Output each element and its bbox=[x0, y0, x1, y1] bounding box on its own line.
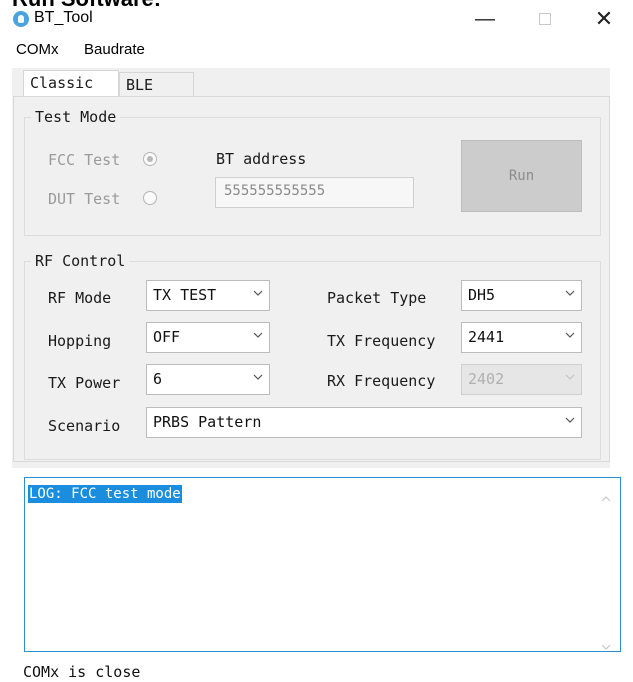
scenario-label: Scenario bbox=[48, 417, 121, 435]
scenario-select[interactable]: PRBS Pattern bbox=[146, 407, 582, 438]
log-line: LOG: FCC test mode bbox=[28, 485, 182, 503]
tx-power-value: 6 bbox=[153, 370, 163, 388]
fcc-test-radio[interactable] bbox=[143, 152, 157, 166]
chevron-down-icon bbox=[565, 373, 575, 381]
rx-frequency-label: RX Frequency bbox=[327, 372, 436, 390]
chevron-down-icon bbox=[253, 331, 263, 339]
scenario-value: PRBS Pattern bbox=[153, 413, 262, 431]
tx-frequency-select[interactable]: 2441 bbox=[461, 322, 582, 353]
maximize-button[interactable] bbox=[525, 6, 565, 32]
close-icon: ✕ bbox=[594, 6, 614, 31]
close-button[interactable]: ✕ bbox=[584, 6, 624, 32]
rf-mode-value: TX TEST bbox=[153, 286, 217, 304]
tx-power-select[interactable]: 6 bbox=[146, 364, 270, 395]
title-bar: BT_Tool — ✕ bbox=[0, 0, 633, 38]
menu-bar: COMx Baudrate bbox=[0, 38, 633, 60]
hopping-value: OFF bbox=[153, 328, 181, 346]
tx-frequency-value: 2441 bbox=[468, 328, 505, 346]
rx-frequency-value: 2402 bbox=[468, 370, 505, 388]
window-title: BT_Tool bbox=[34, 9, 93, 26]
run-button[interactable]: Run bbox=[461, 140, 582, 212]
packet-type-select[interactable]: DH5 bbox=[461, 280, 582, 311]
hopping-select[interactable]: OFF bbox=[146, 322, 270, 353]
maximize-icon bbox=[539, 12, 551, 25]
bt-address-field[interactable]: 555555555555 bbox=[215, 177, 414, 208]
fcc-test-label: FCC Test bbox=[48, 151, 121, 169]
minimize-button[interactable]: — bbox=[465, 6, 505, 32]
minimize-icon: — bbox=[475, 8, 495, 30]
rx-frequency-select[interactable]: 2402 bbox=[461, 364, 582, 395]
rf-control-legend: RF Control bbox=[35, 252, 126, 270]
chevron-down-icon bbox=[253, 373, 263, 381]
test-mode-legend: Test Mode bbox=[35, 108, 117, 126]
menu-baudrate[interactable]: Baudrate bbox=[84, 41, 145, 58]
chevron-down-icon bbox=[565, 331, 575, 339]
tab-ble[interactable]: BLE bbox=[119, 72, 194, 96]
scroll-up-icon[interactable] bbox=[601, 488, 611, 507]
packet-type-label: Packet Type bbox=[327, 289, 427, 307]
app-icon bbox=[13, 11, 29, 27]
hopping-label: Hopping bbox=[48, 332, 112, 350]
packet-type-value: DH5 bbox=[468, 286, 496, 304]
status-text: COMx is close bbox=[23, 663, 141, 681]
tx-frequency-label: TX Frequency bbox=[327, 332, 436, 350]
log-textarea[interactable]: LOG: FCC test mode bbox=[24, 477, 621, 652]
chevron-down-icon bbox=[565, 416, 575, 424]
rf-mode-label: RF Mode bbox=[48, 289, 112, 307]
chevron-down-icon bbox=[565, 289, 575, 297]
dut-test-label: DUT Test bbox=[48, 190, 121, 208]
bt-address-label: BT address bbox=[216, 150, 307, 168]
menu-comx[interactable]: COMx bbox=[16, 41, 59, 58]
scroll-down-icon[interactable] bbox=[601, 636, 611, 655]
chevron-down-icon bbox=[253, 289, 263, 297]
dut-test-radio[interactable] bbox=[143, 191, 157, 205]
rf-mode-select[interactable]: TX TEST bbox=[146, 280, 270, 311]
tab-classic[interactable]: Classic bbox=[23, 70, 119, 96]
tx-power-label: TX Power bbox=[48, 374, 121, 392]
